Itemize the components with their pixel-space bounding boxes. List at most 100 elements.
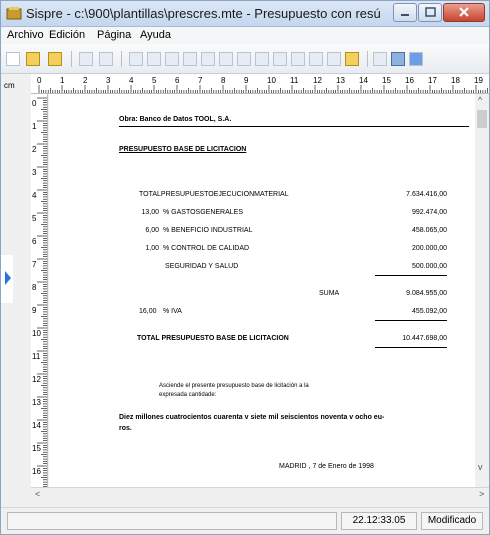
paste-icon[interactable] [99, 52, 113, 66]
folder-icon[interactable] [345, 52, 359, 66]
ruler-label: 9 [32, 306, 37, 315]
save-icon[interactable] [48, 52, 62, 66]
ruler-label: 16 [32, 467, 41, 476]
maximize-button[interactable] [418, 3, 442, 22]
toolbar-separator [367, 51, 368, 67]
row-pct: 6,00 [145, 227, 159, 234]
amount-in-words-1: Diez millones cuatrocientos cuarenta v s… [119, 414, 385, 421]
frame-icon[interactable] [219, 52, 233, 66]
image-icon[interactable] [273, 52, 287, 66]
text-icon[interactable] [255, 52, 269, 66]
text-box-icon[interactable] [237, 52, 251, 66]
window-title: Sisprе - c:\900\plantillas\prescres.mte … [26, 6, 381, 21]
line-icon[interactable] [309, 52, 323, 66]
vertical-scrollbar[interactable]: ^ v [475, 94, 489, 487]
print-preview-icon[interactable] [129, 52, 143, 66]
menu-pagina[interactable]: Página [97, 29, 131, 41]
columns-icon[interactable] [327, 52, 341, 66]
app-window: Sisprе - c:\900\plantillas\prescres.mte … [0, 0, 490, 535]
suma-amount: 9.084.955,00 [406, 290, 447, 297]
iva-pct: 16,00 [139, 308, 157, 315]
row-amount: 992.474,00 [411, 209, 447, 216]
document-workspace: cm 0 1 2 3 4 5 6 7 8 9 10 11 12 13 14 15 16 17 18 19 012345… [1, 74, 489, 507]
ruler-label: 14 [359, 76, 368, 85]
scroll-right-icon[interactable]: > [479, 489, 484, 499]
filter-icon[interactable] [165, 52, 179, 66]
ruler-label: 17 [428, 76, 437, 85]
ruler-label: 15 [382, 76, 391, 85]
table-icon[interactable] [183, 52, 197, 66]
menu-ayuda[interactable]: Ayuda [140, 29, 171, 41]
scroll-down-icon[interactable]: v [478, 462, 483, 472]
ruler-label: 5 [152, 76, 157, 85]
scroll-up-icon[interactable]: ^ [478, 95, 482, 105]
row-label: % CONTROL DE CALIDAD [163, 245, 250, 252]
ruler-label: 7 [32, 260, 37, 269]
iva-amount: 455.092,00 [411, 308, 447, 315]
ruler-label: 16 [405, 76, 414, 85]
total-rule [375, 320, 447, 321]
vertical-ruler: 01234567891011121314151617 [31, 94, 48, 487]
row-pct: 1,00 [145, 245, 159, 252]
sheet-icon[interactable] [201, 52, 215, 66]
rectangle-icon[interactable] [291, 52, 305, 66]
minimize-button[interactable] [393, 3, 417, 22]
toolbar [1, 44, 489, 74]
page-marker[interactable] [1, 255, 13, 303]
ruler-label: 0 [37, 76, 42, 85]
ruler-label: 13 [32, 398, 41, 407]
open-icon[interactable] [26, 52, 40, 66]
ruler-label: 10 [267, 76, 276, 85]
ruler-label: 12 [32, 375, 41, 384]
ruler-label: 1 [32, 122, 37, 131]
document-heading: PRESUPUESTO BASE DE LICITACION [119, 146, 247, 153]
toolbar-separator [121, 51, 122, 67]
place-date: MADRID , 7 de Enero de 1998 [279, 463, 374, 470]
menu-bar: Archivo Edición Página Ayuda [1, 27, 489, 44]
menu-edicion[interactable]: Edición [49, 29, 85, 41]
zoom-in-icon[interactable] [373, 52, 387, 66]
iva-label: % IVA [163, 308, 182, 315]
new-icon[interactable] [6, 52, 20, 66]
ruler-label: 4 [32, 191, 37, 200]
row-amount: 500.000,00 [411, 263, 447, 270]
ruler-label: 13 [336, 76, 345, 85]
ruler-label: 5 [32, 214, 37, 223]
horizontal-ruler-scale: 0 1 2 3 4 5 6 7 8 9 10 11 12 13 14 15 16 17 18 19 [37, 76, 488, 93]
ruler-label: 8 [32, 283, 37, 292]
vertical-scroll-thumb[interactable] [477, 110, 487, 128]
scroll-left-icon[interactable]: < [35, 489, 40, 499]
title-bar: Sisprе - c:\900\plantillas\prescres.mte … [1, 1, 489, 27]
ruler-label: 12 [313, 76, 322, 85]
row-label: TOTALPRESUPUESTOEJECUCIONMATERIAL [139, 191, 289, 198]
final-rule [375, 347, 447, 348]
menu-archivo[interactable]: Archivo [7, 29, 44, 41]
ruler-label: 4 [129, 76, 134, 85]
vertical-ruler-scale: 01234567891011121314151617 [32, 97, 47, 487]
page-marker-arrow-icon [5, 271, 11, 285]
ruler-label: 11 [290, 76, 299, 85]
grid-icon[interactable] [147, 52, 161, 66]
status-time: 22.12:33.05 [341, 512, 417, 530]
close-button[interactable] [443, 3, 485, 22]
row-label: % BENEFICIO INDUSTRIAL [163, 227, 253, 234]
horizontal-ruler: 0 1 2 3 4 5 6 7 8 9 10 11 12 13 14 15 16 17 18 19 [31, 74, 489, 94]
status-state: Modificado [421, 512, 483, 530]
row-amount: 7.634.416,00 [406, 191, 447, 198]
copy-icon[interactable] [79, 52, 93, 66]
header-rule [119, 126, 469, 127]
document-page[interactable]: Obra: Banco de Datos TOOL, S.A. PRESUPUE… [49, 94, 475, 487]
zoom-text-icon[interactable] [391, 52, 405, 66]
picture-icon[interactable] [409, 52, 423, 66]
horizontal-scrollbar[interactable]: < > [31, 487, 489, 503]
total-label: TOTAL PRESUPUESTO BASE DE LICITACION [137, 335, 289, 342]
row-amount: 200.000,00 [411, 245, 447, 252]
ruler-label: 3 [32, 168, 37, 177]
ruler-label: 11 [32, 352, 41, 361]
ruler-label: 6 [175, 76, 180, 85]
ruler-unit: cm [4, 81, 15, 90]
ruler-label: 9 [244, 76, 249, 85]
toolbar-separator [71, 51, 72, 67]
row-label: SEGURIDAD Y SALUD [165, 263, 239, 270]
app-icon [6, 6, 22, 20]
